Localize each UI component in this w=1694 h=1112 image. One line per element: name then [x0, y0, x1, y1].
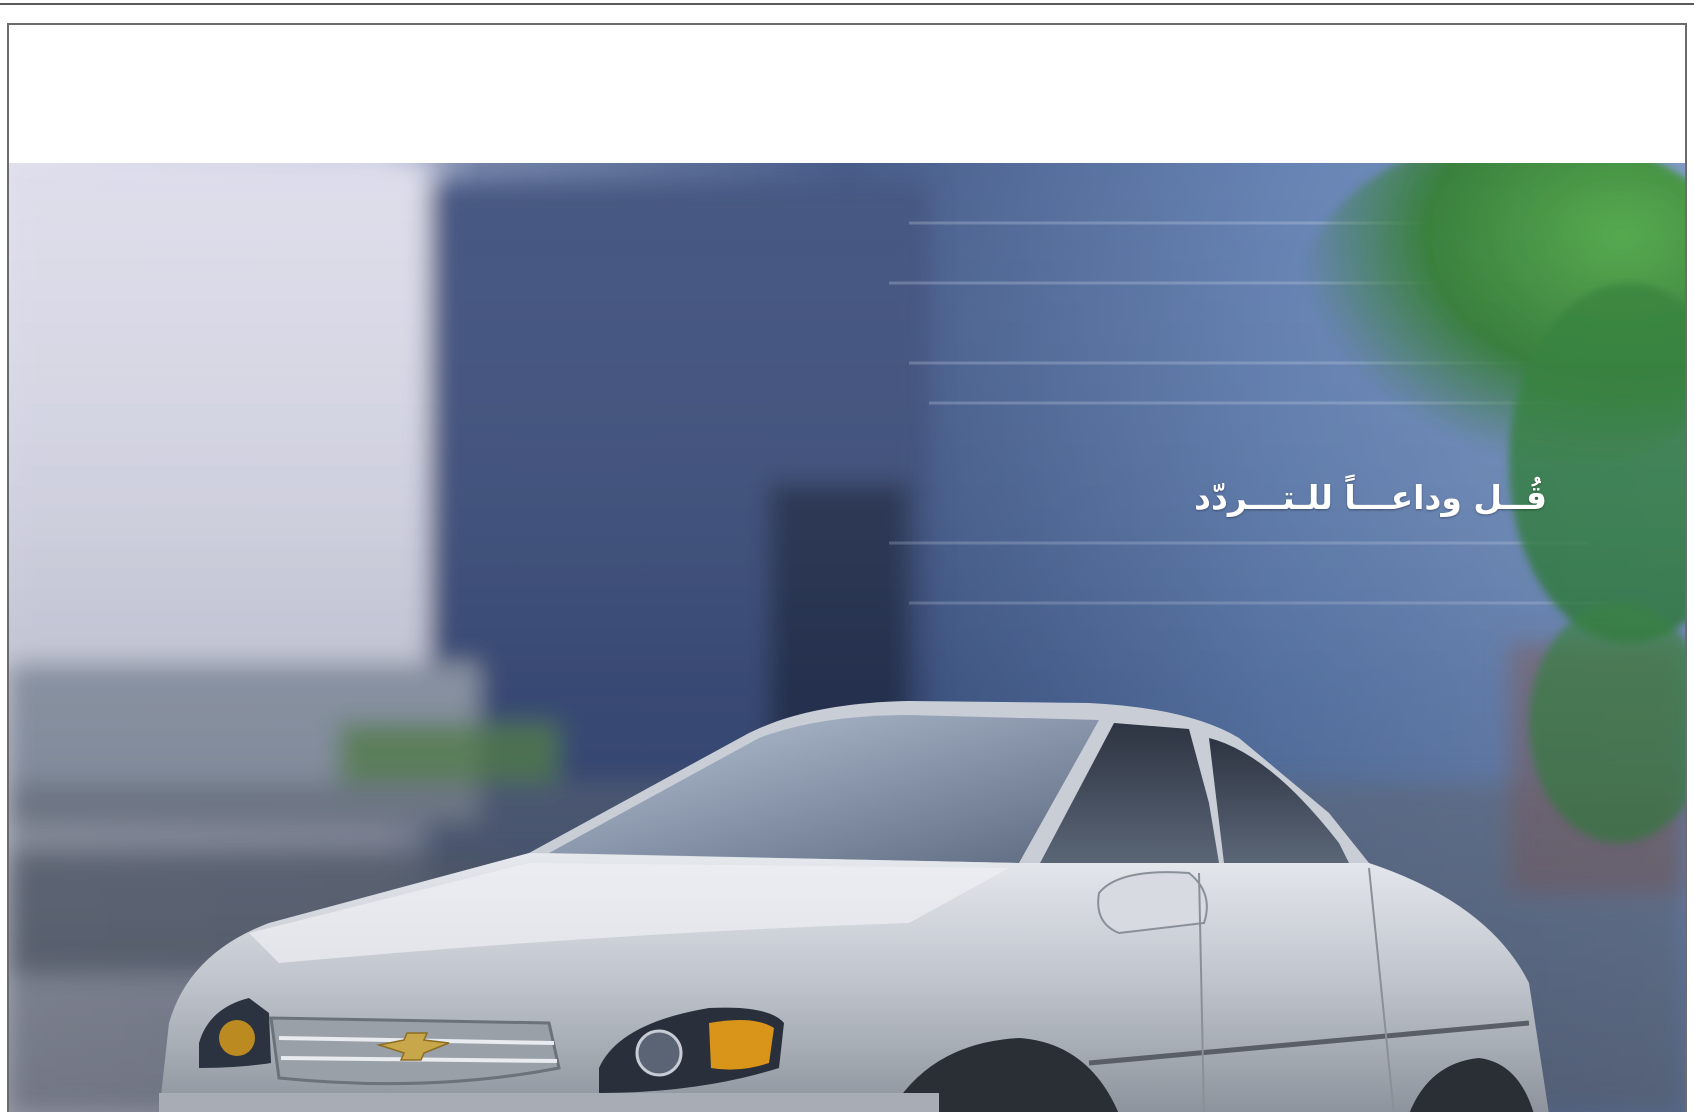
car-advertisement-photo: قُــل وداعـــاً للـتـــردّد [9, 163, 1685, 1112]
ad-headline: قُــل وداعـــاً للـتـــردّد [1194, 478, 1547, 517]
page: قُــل وداعـــاً للـتـــردّد [0, 0, 1694, 1112]
ad-frame: قُــل وداعـــاً للـتـــردّد [7, 23, 1687, 1112]
top-divider [0, 3, 1694, 5]
